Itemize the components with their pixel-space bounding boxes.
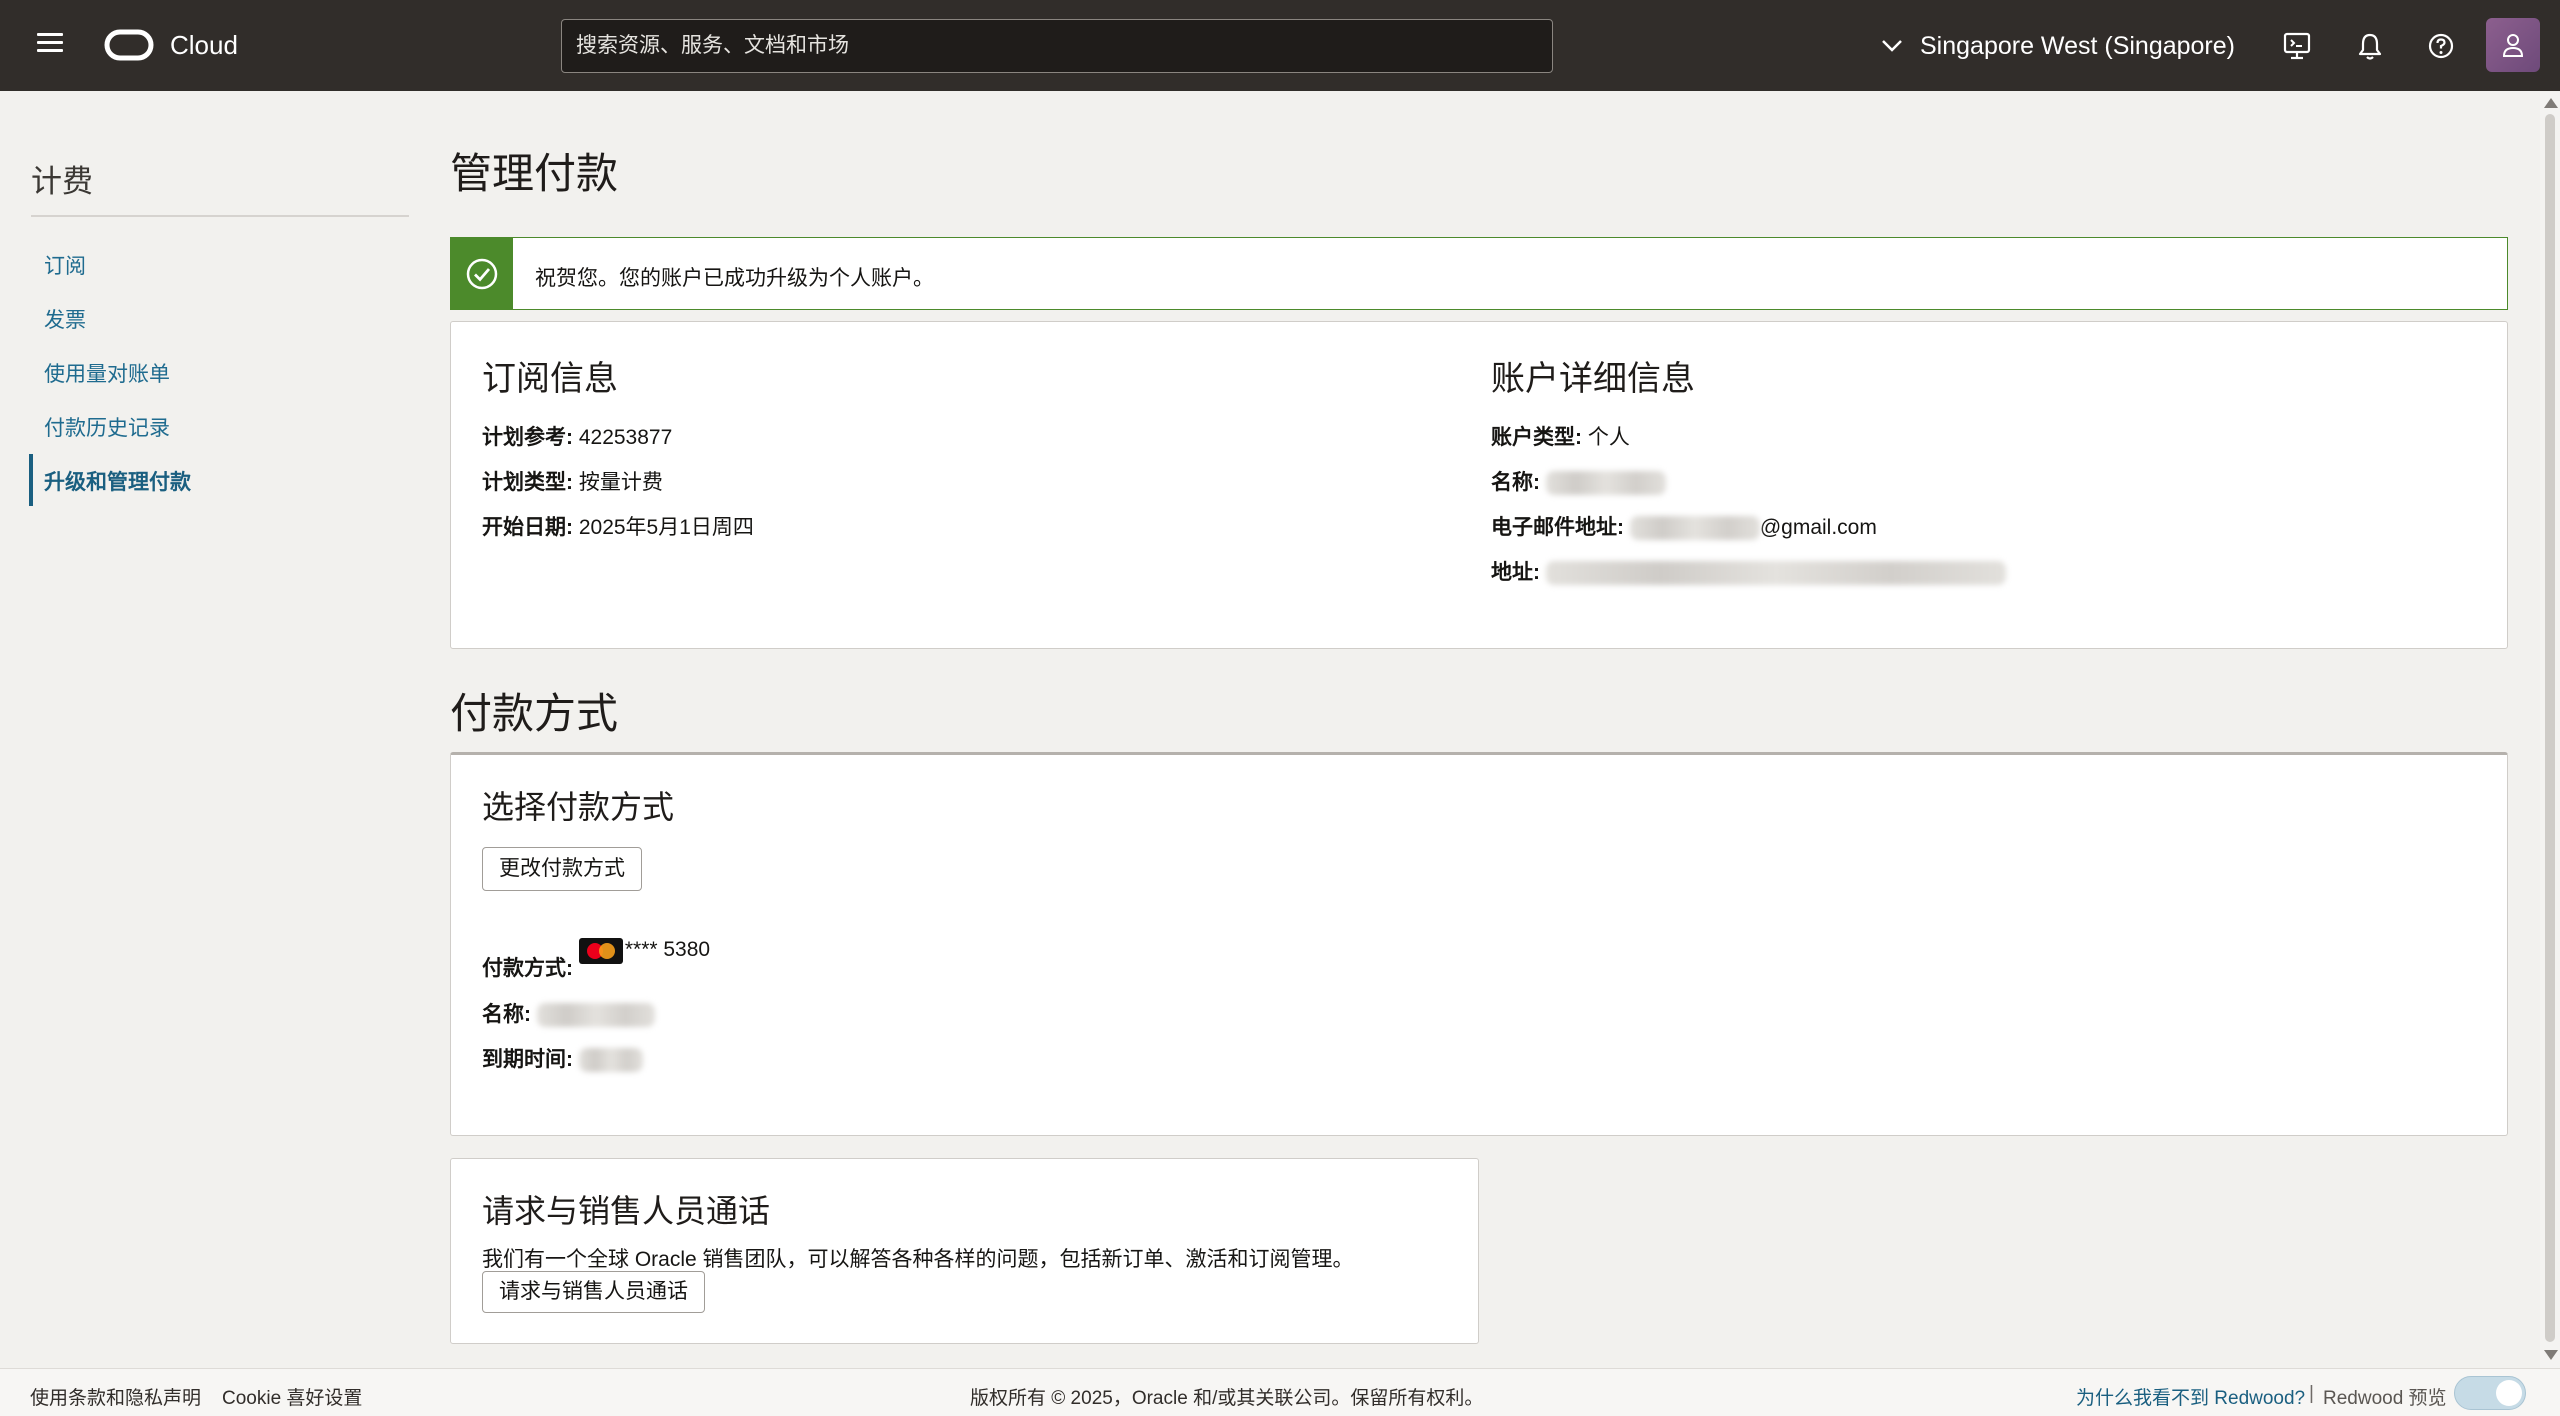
plan-reference-label: 计划参考: bbox=[482, 426, 573, 449]
cardholder-name-row: 名称: bbox=[482, 998, 655, 1028]
copyright-text: 版权所有 © 2025，Oracle 和/或其关联公司。保留所有权利。 bbox=[970, 1388, 1484, 1409]
redwood-preview-toggle[interactable] bbox=[2454, 1376, 2526, 1410]
why-no-redwood-link[interactable]: 为什么我看不到 Redwood? bbox=[2076, 1383, 2305, 1410]
sidebar-divider bbox=[31, 215, 409, 217]
terms-privacy-link[interactable]: 使用条款和隐私声明 bbox=[30, 1383, 201, 1410]
sidebar-item-upgrade-manage-payment[interactable]: 升级和管理付款 bbox=[44, 466, 191, 496]
subscription-info-heading: 订阅信息 bbox=[482, 360, 618, 398]
top-header: Cloud Singapore West (Singapore) bbox=[0, 0, 2560, 91]
scroll-thumb[interactable] bbox=[2545, 114, 2555, 1342]
sidebar-item-usage-statements[interactable]: 使用量对账单 bbox=[44, 358, 170, 388]
oracle-logo-icon[interactable] bbox=[104, 29, 154, 61]
payment-method-row: 付款方式: **** 5380 bbox=[482, 938, 710, 982]
change-payment-method-button[interactable]: 更改付款方式 bbox=[482, 847, 642, 891]
plan-type-value: 按量计费 bbox=[578, 471, 663, 494]
chevron-down-icon bbox=[1882, 40, 1902, 52]
success-check-icon bbox=[451, 238, 513, 309]
sidebar-item-subscriptions[interactable]: 订阅 bbox=[44, 250, 86, 280]
help-icon[interactable] bbox=[2423, 28, 2459, 64]
search-box[interactable] bbox=[561, 19, 1553, 73]
card-number: **** 5380 bbox=[624, 938, 711, 961]
search-input[interactable] bbox=[576, 20, 1552, 72]
page-scrollbar[interactable] bbox=[2540, 92, 2560, 1368]
plan-reference-value: 42253877 bbox=[578, 426, 673, 449]
redwood-preview-label: Redwood 预览 bbox=[2323, 1388, 2447, 1409]
account-type: 账户类型: 个人 bbox=[1491, 421, 1630, 451]
account-address: 地址: bbox=[1491, 556, 2006, 586]
cookie-preferences-link[interactable]: Cookie 喜好设置 bbox=[222, 1383, 362, 1410]
region-selector[interactable]: Singapore West (Singapore) bbox=[1880, 28, 2235, 64]
sidebar-item-invoices[interactable]: 发票 bbox=[44, 304, 86, 334]
plan-type-label: 计划类型: bbox=[482, 471, 573, 494]
brand-name[interactable]: Cloud bbox=[170, 30, 238, 61]
alert-message: 祝贺您。您的账户已成功升级为个人账户。 bbox=[535, 267, 934, 290]
cardholder-name-label: 名称: bbox=[482, 1003, 531, 1026]
select-payment-heading: 选择付款方式 bbox=[482, 789, 675, 825]
contact-sales-card: 请求与销售人员通话 我们有一个全球 Oracle 销售团队，可以解答各种各样的问… bbox=[450, 1158, 1479, 1344]
mastercard-icon bbox=[578, 938, 623, 964]
plan-reference: 计划参考: 42253877 bbox=[482, 421, 672, 451]
account-name-label: 名称: bbox=[1491, 471, 1540, 494]
account-type-value: 个人 bbox=[1587, 426, 1630, 449]
contact-sales-heading: 请求与销售人员通话 bbox=[482, 1193, 771, 1229]
cloud-shell-icon[interactable] bbox=[2279, 28, 2315, 64]
account-details-heading: 账户详细信息 bbox=[1491, 360, 1695, 398]
page-title: 管理付款 bbox=[450, 150, 619, 197]
contact-sales-button[interactable]: 请求与销售人员通话 bbox=[482, 1271, 705, 1313]
account-address-label: 地址: bbox=[1491, 561, 1540, 584]
account-name: 名称: bbox=[1491, 466, 1666, 496]
scroll-up-arrow-icon[interactable] bbox=[2544, 98, 2558, 108]
redacted-expiry bbox=[578, 1048, 643, 1073]
page-footer: 使用条款和隐私声明 Cookie 喜好设置 版权所有 © 2025，Oracle… bbox=[0, 1368, 2560, 1416]
sidebar-title: 计费 bbox=[31, 164, 93, 199]
active-nav-indicator bbox=[29, 454, 33, 506]
user-avatar[interactable] bbox=[2486, 18, 2540, 72]
footer-separator: | bbox=[2309, 1383, 2314, 1404]
toggle-knob bbox=[2496, 1380, 2522, 1406]
expiry-label: 到期时间: bbox=[482, 1048, 573, 1071]
sidebar-item-payment-history[interactable]: 付款历史记录 bbox=[44, 412, 170, 442]
success-alert: 祝贺您。您的账户已成功升级为个人账户。 bbox=[450, 237, 2508, 310]
plan-type: 计划类型: 按量计费 bbox=[482, 466, 663, 496]
payment-method-section-title: 付款方式 bbox=[450, 690, 619, 737]
bell-icon[interactable] bbox=[2352, 28, 2388, 64]
account-email-suffix: @gmail.com bbox=[1759, 516, 1877, 539]
account-email: 电子邮件地址: @gmail.com bbox=[1491, 511, 1877, 541]
redacted-address bbox=[1545, 561, 2006, 586]
region-label: Singapore West (Singapore) bbox=[1920, 31, 2235, 60]
payment-method-label: 付款方式: bbox=[482, 957, 573, 980]
redacted-cardholder-name bbox=[536, 1003, 655, 1028]
redacted-name bbox=[1545, 471, 1666, 496]
account-type-label: 账户类型: bbox=[1491, 426, 1582, 449]
account-email-label: 电子邮件地址: bbox=[1491, 516, 1624, 539]
hamburger-menu-icon[interactable] bbox=[30, 28, 70, 64]
contact-sales-description: 我们有一个全球 Oracle 销售团队，可以解答各种各样的问题，包括新订单、激活… bbox=[482, 1248, 1354, 1271]
start-date: 开始日期: 2025年5月1日周四 bbox=[482, 511, 754, 541]
payment-method-card: 选择付款方式 更改付款方式 付款方式: **** 5380 名称: 到期时间: bbox=[450, 752, 2508, 1136]
user-icon bbox=[2502, 34, 2524, 57]
expiry-row: 到期时间: bbox=[482, 1043, 643, 1073]
start-date-label: 开始日期: bbox=[482, 516, 573, 539]
subscription-account-card: 订阅信息 计划参考: 42253877 计划类型: 按量计费 开始日期: 202… bbox=[450, 321, 2508, 649]
redacted-email-user bbox=[1629, 516, 1760, 541]
start-date-value: 2025年5月1日周四 bbox=[578, 516, 754, 539]
scroll-down-arrow-icon[interactable] bbox=[2544, 1350, 2558, 1360]
